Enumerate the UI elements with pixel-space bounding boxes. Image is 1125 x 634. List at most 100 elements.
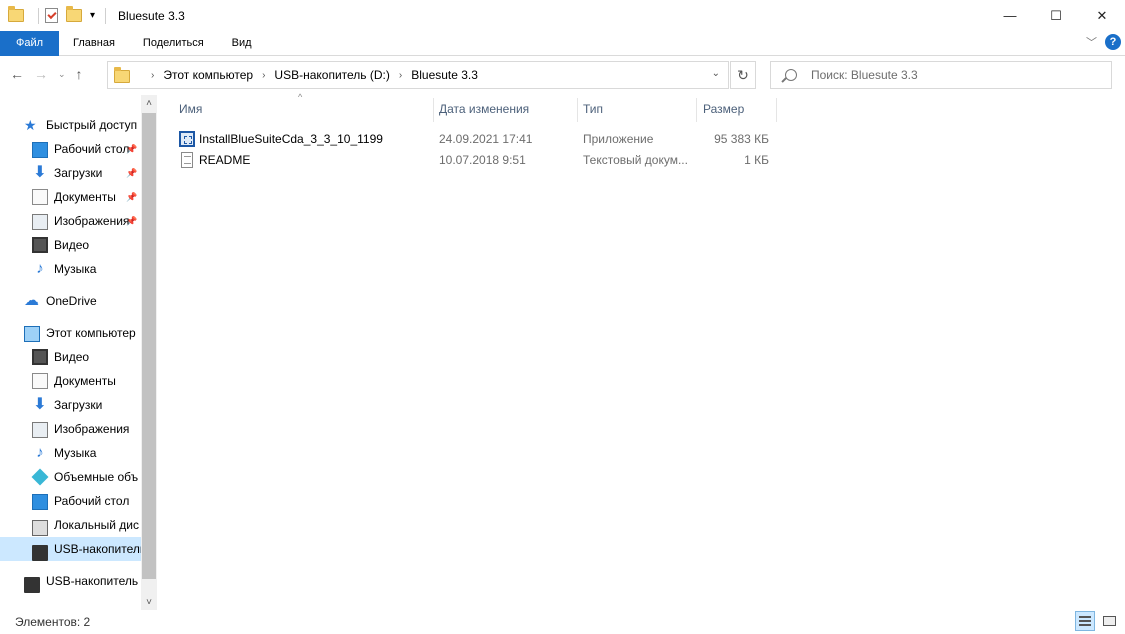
- chevron-down-icon[interactable]: ⌄: [712, 68, 720, 79]
- item-count: Элементов: 2: [15, 615, 91, 629]
- file-date: 24.09.2021 17:41: [439, 131, 533, 146]
- navigation-bar: ← → ⌄ ↑ › Этот компьютер › USB-накопител…: [0, 57, 1125, 93]
- sort-ascending-icon: ^: [298, 92, 303, 102]
- sidebar-item-usb-drive[interactable]: USB-накопитель: [0, 537, 141, 561]
- sidebar-item-downloads[interactable]: ⬇ Загрузки 📌: [0, 161, 141, 185]
- refresh-button[interactable]: ↻: [730, 61, 756, 89]
- sidebar-item-label: Локальный дис: [54, 518, 139, 532]
- breadcrumb-separator-icon[interactable]: ›: [151, 70, 154, 81]
- sidebar-item-this-pc[interactable]: Этот компьютер: [0, 321, 141, 345]
- sidebar-item-usb-drive[interactable]: USB-накопитель: [0, 569, 141, 593]
- navigation-pane: ★ Быстрый доступ Рабочий стол 📌 ⬇ Загрузки 📌 До…: [0, 95, 157, 610]
- tab-file[interactable]: Файл: [0, 30, 60, 56]
- column-header-size[interactable]: Размер: [703, 95, 744, 123]
- column-divider[interactable]: [433, 98, 434, 122]
- file-row[interactable]: README 10.07.2018 9:51 Текстовый докум..…: [176, 149, 776, 170]
- column-divider[interactable]: [696, 98, 697, 122]
- sidebar-item-label: Рабочий стол: [54, 494, 130, 508]
- file-name: InstallBlueSuiteCda_3_3_10_1199: [199, 131, 383, 146]
- ribbon-tabs: Файл Главная Поделиться Вид ﹀ ?: [0, 30, 1125, 56]
- video-icon: [32, 237, 48, 253]
- sidebar-item-pictures[interactable]: Изображения: [0, 417, 141, 441]
- column-divider[interactable]: [577, 98, 578, 122]
- details-view-button[interactable]: [1075, 611, 1095, 631]
- sidebar-item-label: Музыка: [54, 446, 97, 460]
- column-header-name[interactable]: Имя: [179, 95, 202, 123]
- sidebar-scrollbar[interactable]: ˄ ˅: [141, 95, 157, 610]
- scrollbar-thumb[interactable]: [142, 113, 156, 579]
- tab-home[interactable]: Главная: [59, 31, 129, 56]
- tab-share[interactable]: Поделиться: [129, 31, 218, 56]
- file-size: 1 КБ: [744, 152, 769, 167]
- window-controls: — ☐ ✕: [987, 0, 1125, 31]
- sidebar-item-music[interactable]: ♪ Музыка: [0, 257, 141, 281]
- video-icon: [32, 349, 48, 365]
- breadcrumb-separator-icon[interactable]: ›: [262, 70, 265, 81]
- sidebar-item-label: OneDrive: [46, 294, 97, 308]
- breadcrumb-separator-icon[interactable]: ›: [399, 70, 402, 81]
- sidebar-item-label: Видео: [54, 350, 90, 364]
- new-folder-icon[interactable]: [66, 6, 82, 22]
- large-icons-view-button[interactable]: [1099, 611, 1119, 631]
- sidebar-item-video[interactable]: Видео: [0, 345, 141, 369]
- search-input[interactable]: Поиск: Bluesute 3.3: [811, 68, 918, 82]
- column-header-type[interactable]: Тип: [583, 95, 603, 123]
- breadcrumb-this-pc[interactable]: Этот компьютер: [163, 68, 253, 82]
- sidebar-item-downloads[interactable]: ⬇ Загрузки: [0, 393, 141, 417]
- pin-icon[interactable]: 📌: [126, 168, 137, 179]
- folder-icon: [8, 6, 24, 22]
- maximize-button[interactable]: ☐: [1033, 0, 1079, 31]
- up-button[interactable]: ↑: [76, 66, 83, 82]
- back-button[interactable]: ←: [10, 66, 24, 82]
- customize-toolbar-dropdown-icon[interactable]: ▾: [90, 10, 95, 21]
- file-type: Приложение: [583, 131, 654, 146]
- breadcrumb-usb-drive[interactable]: USB-накопитель (D:): [274, 68, 389, 82]
- sidebar-item-onedrive[interactable]: ☁ OneDrive: [0, 289, 141, 313]
- scroll-down-icon[interactable]: ˅: [141, 594, 157, 610]
- scroll-up-icon[interactable]: ˄: [141, 95, 157, 111]
- expand-ribbon-icon[interactable]: ﹀: [1086, 34, 1097, 50]
- address-bar[interactable]: › Этот компьютер › USB-накопитель (D:) ›…: [107, 61, 729, 89]
- status-bar: Элементов: 2: [0, 610, 1125, 634]
- close-button[interactable]: ✕: [1079, 0, 1125, 31]
- sidebar-item-label: Документы: [54, 374, 116, 388]
- downloads-icon: ⬇: [33, 164, 47, 181]
- file-row[interactable]: InstallBlueSuiteCda_3_3_10_1199 24.09.20…: [176, 128, 776, 149]
- sidebar-item-local-disk[interactable]: Локальный дис: [0, 513, 141, 537]
- recent-locations-icon[interactable]: ⌄: [58, 69, 66, 80]
- sidebar-item-documents[interactable]: Документы 📌: [0, 185, 141, 209]
- sidebar-item-desktop[interactable]: Рабочий стол: [0, 489, 141, 513]
- documents-icon: [32, 189, 48, 205]
- sidebar-item-desktop[interactable]: Рабочий стол 📌: [0, 137, 141, 161]
- tab-view[interactable]: Вид: [218, 31, 266, 56]
- sidebar-item-music[interactable]: ♪ Музыка: [0, 441, 141, 465]
- pin-icon[interactable]: 📌: [126, 144, 137, 155]
- star-icon: ★: [24, 117, 37, 133]
- forward-button[interactable]: →: [34, 66, 48, 82]
- sidebar-item-video[interactable]: Видео: [0, 233, 141, 257]
- breadcrumb-current-folder[interactable]: Bluesute 3.3: [411, 68, 478, 82]
- music-icon: ♪: [36, 260, 44, 277]
- sidebar-item-pictures[interactable]: Изображения 📌: [0, 209, 141, 233]
- column-divider[interactable]: [776, 98, 777, 122]
- sidebar-item-label: Быстрый доступ: [46, 118, 138, 132]
- sidebar-item-documents[interactable]: Документы: [0, 369, 141, 393]
- music-icon: ♪: [36, 444, 44, 461]
- properties-icon[interactable]: [45, 8, 58, 23]
- sidebar-item-label: Документы: [54, 190, 116, 204]
- usb-drive-icon: [32, 544, 48, 561]
- minimize-button[interactable]: —: [987, 0, 1033, 31]
- sidebar-item-star[interactable]: ★ Быстрый доступ: [0, 113, 141, 137]
- sidebar-item-3d-objects[interactable]: Объемные объ: [0, 465, 141, 489]
- folder-icon: [114, 67, 130, 83]
- column-header-date[interactable]: Дата изменения: [439, 95, 529, 123]
- toolbar-divider: [105, 7, 107, 24]
- pin-icon[interactable]: 📌: [126, 216, 137, 227]
- sidebar-item-label: Музыка: [54, 262, 97, 276]
- sidebar-item-label: USB-накопитель: [46, 574, 139, 588]
- search-icon: [785, 69, 797, 81]
- search-box[interactable]: Поиск: Bluesute 3.3: [770, 61, 1112, 89]
- pin-icon[interactable]: 📌: [126, 192, 137, 203]
- sidebar-item-label: Изображения: [54, 422, 130, 436]
- help-icon[interactable]: ?: [1105, 34, 1121, 50]
